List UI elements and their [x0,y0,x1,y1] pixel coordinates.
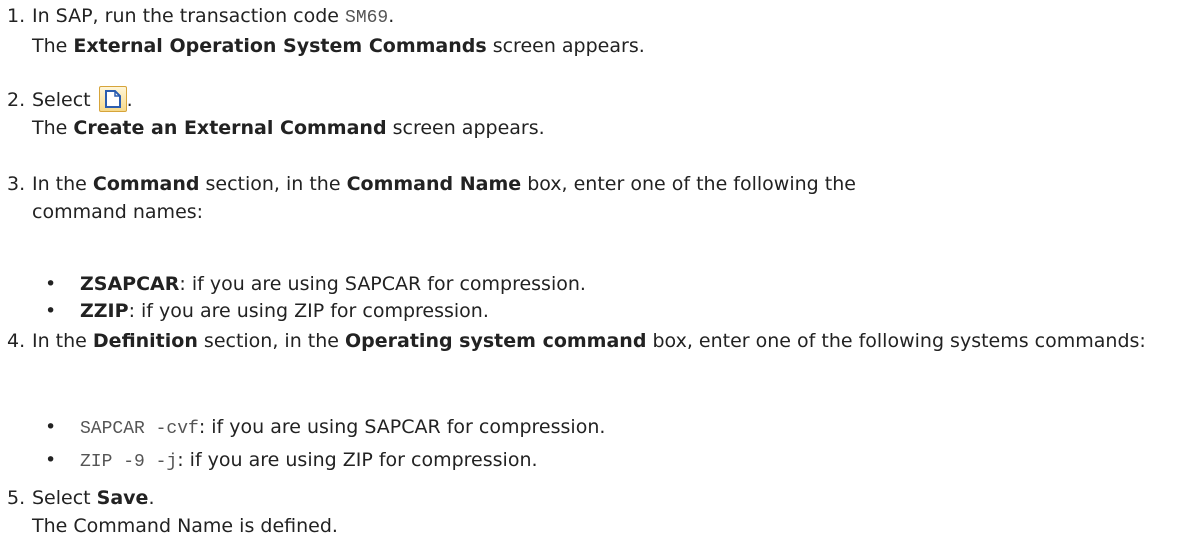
step-5-result: The Command Name is defined. [32,515,338,537]
step-1-result: The External Operation System Commands s… [32,35,645,57]
procedure-list: 1. In SAP, run the transaction code SM69… [0,0,1200,542]
step-3-instruction: In the Command section, in the Command N… [32,173,856,223]
step-number: 1. [7,5,26,27]
step-number: 4. [7,330,26,352]
step-4-instruction: In the Definition section, in the Operat… [32,330,1146,352]
step-number: 5. [7,487,26,509]
os-command: ZIP -9 -j [80,452,178,472]
step-2-instruction: Select . [32,86,1195,114]
bullet-icon: • [45,273,57,295]
field-name: Operating system command [345,330,647,352]
section-name: Definition [92,330,198,352]
os-command: SAPCAR -cvf [80,419,199,439]
step-5-instruction: Select Save. [32,487,155,509]
section-name: Command [92,173,200,195]
new-document-icon [98,86,127,112]
field-name: Command Name [346,173,522,195]
command-name: ZZIP [80,300,129,322]
step-2-result: The Create an External Command screen ap… [32,117,545,139]
screen-name: External Operation System Commands [73,35,487,57]
step-number: 3. [7,173,26,195]
step-1-instruction: In SAP, run the transaction code SM69. [32,5,395,28]
transaction-code: SM69 [345,8,389,28]
button-name: Save [96,487,149,509]
step-number: 2. [7,89,26,111]
screen-name: Create an External Command [73,117,387,139]
bullet-icon: • [45,300,57,322]
bullet-icon: • [45,449,57,471]
bullet-icon: • [45,416,57,438]
command-name: ZSAPCAR [80,273,180,295]
